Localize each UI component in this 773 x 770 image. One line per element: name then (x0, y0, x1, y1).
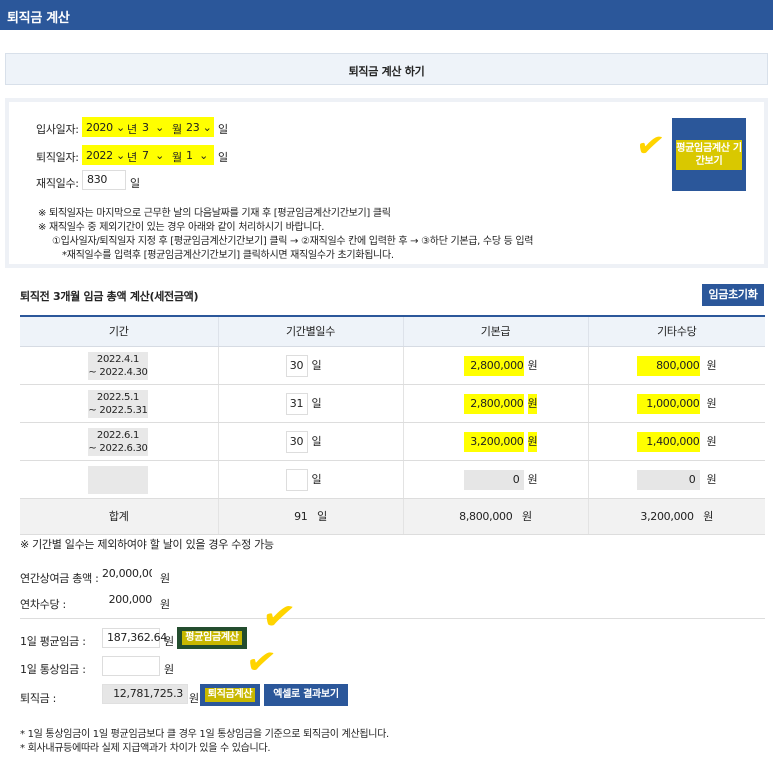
avg-wage-calc-button[interactable]: 평균임금계산 (177, 627, 247, 649)
other-pay-input[interactable]: 1,400,000 (636, 431, 700, 452)
leave-date-label: 퇴직일자: (36, 151, 79, 164)
tenure-label: 재직일수: (36, 177, 79, 190)
base-pay-input[interactable]: 2,800,000 (463, 355, 524, 376)
period-cell: 2022.4.1 ~ 2022.4.30 (88, 351, 148, 380)
note-2: ※ 재직일수 중 제외기간이 있는 경우 아래와 같이 처리하시기 바랍니다. (38, 222, 325, 233)
note-4: *재직일수를 입력후 [평균임금계산기간보기] 클릭하시면 재직일수가 초기화됩… (62, 250, 394, 261)
avg-period-button[interactable]: 평균임금계산 기간보기 (672, 118, 746, 191)
ordinary-wage-label: 1일 통상임금 : (20, 663, 86, 676)
avg-wage-label: 1일 평균임금 : (20, 635, 86, 648)
other-pay-input[interactable]: 1,000,000 (636, 393, 700, 414)
sum-other: 3,200,000 원 (588, 498, 765, 535)
annual-leave-input[interactable]: 200,000 (102, 591, 156, 611)
table-row: 2022.6.1 ~ 2022.6.30 30 일 3,200,000 원 1,400… (20, 422, 765, 461)
days-input[interactable]: 30 (285, 354, 308, 377)
col-header-other: 기타수당 (588, 316, 765, 347)
bonus-label: 연간상여금 총액 : (20, 572, 99, 585)
severance-label: 퇴직금 : (20, 692, 57, 705)
table-row: 2022.5.1 ~ 2022.5.31 31 일 2,800,000 원 1,000… (20, 384, 765, 423)
ordinary-wage-unit: 원 (164, 663, 174, 676)
avg-period-button-label: 평균임금계산 기간보기 (676, 143, 742, 167)
table-row: 일 0원 0원 (20, 460, 765, 499)
col-header-base: 기본급 (403, 316, 589, 347)
col-header-period: 기간 (20, 316, 219, 347)
period-cell: 2022.6.1 ~ 2022.6.30 (88, 427, 148, 456)
annual-leave-label: 연차수당 : (20, 598, 66, 611)
hire-day-select[interactable]: 23 ⌄ (184, 119, 214, 136)
avg-wage-input[interactable]: 187,362.64 (102, 628, 167, 648)
days-input[interactable] (285, 468, 308, 491)
top-header: 퇴직금 계산 (0, 0, 773, 30)
annual-leave-unit: 원 (160, 598, 170, 611)
check-mark-icon: ✔ (258, 591, 299, 643)
calc-title: 퇴직금 계산 하기 (348, 65, 425, 78)
month-unit: 월 (172, 151, 182, 164)
tenure-input[interactable]: 830 (82, 170, 126, 190)
sum-days: 91 일 (218, 498, 404, 535)
ordinary-wage-input[interactable] (102, 656, 160, 676)
bonus-unit: 원 (160, 572, 170, 585)
base-pay-input[interactable]: 2,800,000 (463, 393, 524, 414)
severance-calc-button[interactable]: 퇴직금계산 (200, 684, 260, 706)
calc-title-bar: 퇴직금 계산 하기 (5, 53, 768, 85)
sum-label: 합계 (20, 498, 219, 535)
hire-month-select[interactable]: 3 ⌄ (140, 119, 166, 136)
hire-date-label: 입사일자: (36, 123, 79, 136)
leave-day-select[interactable]: 1 ⌄ (184, 147, 210, 164)
year-unit: 년 (127, 123, 137, 136)
period-cell (88, 465, 148, 494)
check-mark-icon: ✔ (633, 124, 667, 168)
check-mark-icon: ✔ (243, 640, 279, 685)
severance-output: 12,781,725.3 (102, 684, 188, 704)
sum-row: 합계 91 일 8,800,000 원 3,200,000 원 (20, 498, 765, 535)
day-unit: 일 (218, 123, 228, 136)
wage-table: 기간 기간별일수 기본급 기타수당 2022.4.1 ~ 2022.4.30 30… (20, 315, 765, 535)
note-3: ①입사일자/퇴직일자 지정 후 [평균임금계산기간보기] 클릭 → ②재직일수 … (52, 236, 534, 247)
table-row: 2022.4.1 ~ 2022.4.30 30 일 2,800,000 원 800,0… (20, 346, 765, 385)
base-pay-input[interactable]: 3,200,000 (463, 431, 524, 452)
leave-year-select[interactable]: 2022 ⌄ (84, 147, 127, 164)
col-header-days: 기간별일수 (218, 316, 404, 347)
days-input[interactable]: 31 (285, 392, 308, 415)
divider (20, 618, 765, 619)
day-unit: 일 (218, 151, 228, 164)
leave-month-select[interactable]: 7 ⌄ (140, 147, 166, 164)
month-unit: 월 (172, 123, 182, 136)
days-input[interactable]: 30 (285, 430, 308, 453)
base-pay-input[interactable]: 0 (463, 469, 524, 490)
wage-reset-button[interactable]: 임금초기화 (702, 284, 764, 306)
table-note: ※ 기간별 일수는 제외하여야 할 날이 있을 경우 수정 가능 (20, 538, 274, 551)
severance-unit: 원 (189, 692, 199, 705)
footnote-1: * 1일 통상임금이 1일 평균임금보다 클 경우 1일 통상임금을 기준으로 … (20, 729, 389, 740)
period-cell: 2022.5.1 ~ 2022.5.31 (88, 389, 148, 418)
sum-base: 8,800,000 원 (403, 498, 589, 535)
bonus-input[interactable]: 20,000,000 (102, 565, 152, 585)
footnote-2: * 회사내규등에따라 실제 지급액과가 차이가 있을 수 있습니다. (20, 743, 271, 754)
year-unit: 년 (127, 151, 137, 164)
other-pay-input[interactable]: 800,000 (636, 355, 700, 376)
wage-section-title: 퇴직전 3개월 임금 총액 계산(세전금액) (20, 290, 199, 303)
note-1: ※ 퇴직일자는 마지막으로 근무한 날의 다음날짜를 기재 후 [평균임금계산기… (38, 208, 391, 219)
other-pay-input[interactable]: 0 (636, 469, 700, 490)
hire-year-select[interactable]: 2020 ⌄ (84, 119, 127, 136)
table-header-row: 기간 기간별일수 기본급 기타수당 (20, 316, 765, 347)
avg-wage-unit: 원 (164, 635, 174, 648)
excel-export-button[interactable]: 엑셀로 결과보기 (264, 684, 348, 706)
tenure-unit: 일 (130, 177, 140, 190)
header-title: 퇴직금 계산 (7, 11, 70, 26)
